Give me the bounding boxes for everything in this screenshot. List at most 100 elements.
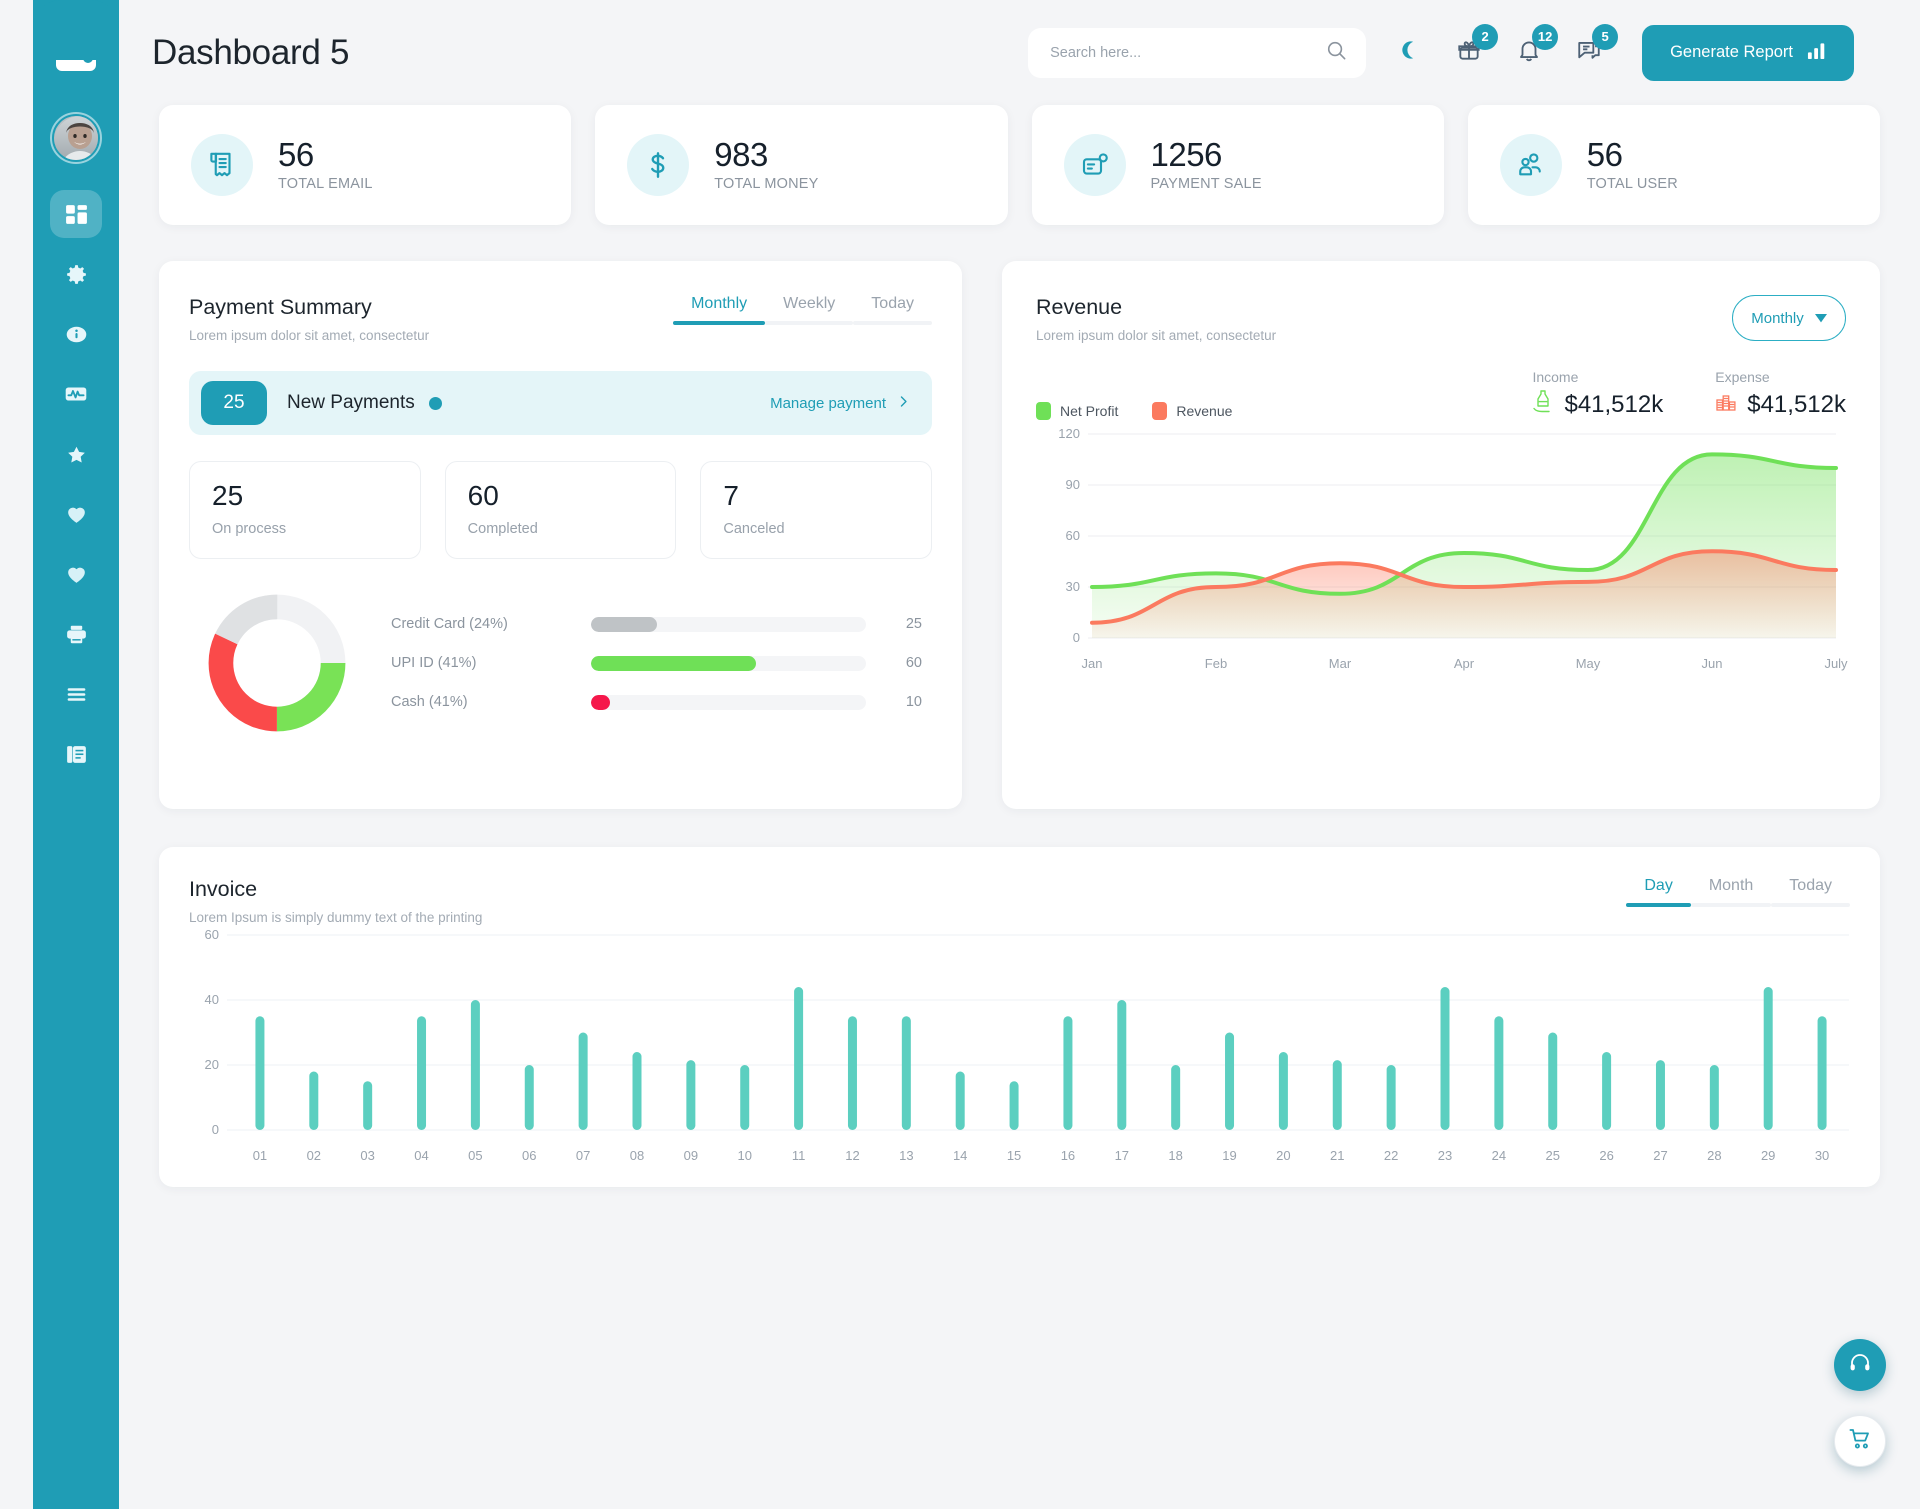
tab-today[interactable]: Today bbox=[1771, 877, 1850, 907]
brand-logo[interactable] bbox=[50, 32, 102, 84]
payment-summary-tabs: Monthly Weekly Today bbox=[673, 295, 932, 325]
tab-label: Weekly bbox=[783, 295, 836, 312]
generate-report-button[interactable]: Generate Report bbox=[1642, 24, 1854, 81]
method-name: Credit Card (24%) bbox=[391, 616, 508, 632]
payment-summary-header: Payment Summary Lorem ipsum dolor sit am… bbox=[189, 295, 932, 343]
users-icon bbox=[1499, 134, 1562, 196]
mini-stat-label: On process bbox=[212, 521, 287, 537]
sidebar-item-analytics[interactable] bbox=[50, 370, 102, 418]
tab-underline bbox=[853, 321, 932, 325]
tab-day[interactable]: Day bbox=[1626, 877, 1691, 907]
bar-chart-icon bbox=[1807, 41, 1826, 65]
payment-summary-titles: Payment Summary Lorem ipsum dolor sit am… bbox=[189, 295, 429, 343]
search-box[interactable] bbox=[1028, 27, 1367, 78]
method-track bbox=[591, 655, 866, 671]
messages-button[interactable]: 5 bbox=[1572, 23, 1619, 70]
svg-text:23: 23 bbox=[1438, 1148, 1452, 1163]
svg-text:26: 26 bbox=[1599, 1148, 1613, 1163]
method-fill bbox=[591, 694, 611, 710]
svg-text:20: 20 bbox=[205, 1057, 219, 1072]
svg-text:24: 24 bbox=[1492, 1148, 1506, 1163]
sidebar-item-wishlist[interactable] bbox=[50, 550, 102, 598]
support-button[interactable] bbox=[1834, 1339, 1886, 1391]
avatar[interactable] bbox=[50, 112, 102, 164]
sidebar-item-dashboard[interactable] bbox=[50, 190, 102, 238]
notifications-button[interactable]: 12 bbox=[1512, 23, 1559, 70]
receipt-icon bbox=[191, 134, 253, 196]
sidebar-item-list[interactable] bbox=[50, 670, 102, 718]
sidebar-item-documents[interactable] bbox=[50, 730, 102, 778]
kpi-expense: Expense $41,512k bbox=[1715, 369, 1846, 420]
sidebar-item-settings[interactable] bbox=[50, 250, 102, 298]
method-name: Cash (41%) bbox=[391, 694, 468, 710]
mini-stat-value: 7 bbox=[723, 480, 739, 511]
svg-text:01: 01 bbox=[253, 1148, 267, 1163]
svg-text:60: 60 bbox=[205, 927, 219, 942]
invoice-title: Invoice bbox=[189, 877, 258, 901]
method-value: 25 bbox=[905, 616, 922, 632]
menu-lines-icon bbox=[64, 682, 89, 707]
invoice-subtitle: Lorem Ipsum is simply dummy text of the … bbox=[189, 910, 483, 925]
tab-weekly[interactable]: Weekly bbox=[765, 295, 854, 325]
payment-method-list: Credit Card (24%) 25 UPI ID (41%) 60 Cas… bbox=[391, 605, 932, 722]
search-icon[interactable] bbox=[1325, 39, 1348, 67]
stat-card-text: 56 TOTAL USER bbox=[1587, 137, 1678, 192]
method-value: 10 bbox=[905, 694, 922, 710]
kpi-value-wrap: $41,512k bbox=[1715, 389, 1846, 420]
legend-item-net-profit: Net Profit bbox=[1036, 402, 1118, 420]
legend-swatch bbox=[1152, 402, 1168, 420]
legend-item-revenue: Revenue bbox=[1152, 402, 1232, 420]
mini-stat-value: 60 bbox=[467, 480, 499, 511]
svg-text:Mar: Mar bbox=[1329, 656, 1352, 671]
search-input[interactable] bbox=[1050, 44, 1326, 61]
svg-text:July: July bbox=[1824, 656, 1848, 671]
mini-stat-canceled: 7 Canceled bbox=[700, 461, 933, 559]
svg-text:30: 30 bbox=[1066, 579, 1080, 594]
tab-label: Monthly bbox=[691, 295, 748, 312]
payment-card-icon bbox=[1063, 134, 1126, 196]
moon-icon bbox=[1398, 39, 1420, 66]
svg-text:May: May bbox=[1576, 656, 1601, 671]
tab-label: Today bbox=[871, 295, 914, 312]
stat-card-total-email[interactable]: 56 TOTAL EMAIL bbox=[159, 105, 572, 225]
tab-monthly[interactable]: Monthly bbox=[673, 295, 766, 325]
cart-icon bbox=[1848, 1427, 1872, 1456]
tab-today[interactable]: Today bbox=[853, 295, 932, 325]
new-payments-count: 25 bbox=[201, 381, 267, 425]
svg-text:21: 21 bbox=[1330, 1148, 1344, 1163]
page-title: Dashboard 5 bbox=[152, 32, 350, 72]
sidebar-item-favorites[interactable] bbox=[50, 430, 102, 478]
stat-card-total-user[interactable]: 56 TOTAL USER bbox=[1467, 105, 1880, 225]
manage-payment-label: Manage payment bbox=[770, 394, 886, 412]
sidebar-item-print[interactable] bbox=[50, 610, 102, 658]
svg-text:0: 0 bbox=[1073, 630, 1080, 645]
revenue-panel: Revenue Lorem ipsum dolor sit amet, cons… bbox=[1002, 261, 1880, 809]
stat-card-text: 56 TOTAL EMAIL bbox=[278, 137, 373, 192]
main-panels: Payment Summary Lorem ipsum dolor sit am… bbox=[119, 225, 1920, 809]
new-payments-banner[interactable]: 25 New Payments Manage payment bbox=[189, 371, 932, 435]
svg-text:20: 20 bbox=[1276, 1148, 1290, 1163]
kpi-label: Expense bbox=[1715, 369, 1770, 385]
sidebar-item-info[interactable] bbox=[50, 310, 102, 358]
cart-button[interactable] bbox=[1834, 1415, 1886, 1467]
method-row: Credit Card (24%) 25 bbox=[391, 605, 922, 644]
stat-card-total-money[interactable]: 983 TOTAL MONEY bbox=[595, 105, 1008, 225]
svg-text:Feb: Feb bbox=[1205, 656, 1227, 671]
svg-text:10: 10 bbox=[737, 1148, 751, 1163]
method-fill bbox=[591, 616, 657, 632]
notifications-badge: 12 bbox=[1532, 23, 1559, 50]
sidebar-item-likes[interactable] bbox=[50, 490, 102, 538]
theme-toggle-button[interactable] bbox=[1392, 36, 1426, 70]
stat-label: PAYMENT SALE bbox=[1150, 176, 1262, 193]
gifts-button[interactable]: 2 bbox=[1452, 23, 1499, 70]
tab-month[interactable]: Month bbox=[1690, 877, 1772, 907]
tab-underline bbox=[1771, 903, 1850, 907]
mini-stat-label: Canceled bbox=[723, 521, 785, 537]
revenue-header: Revenue Lorem ipsum dolor sit amet, cons… bbox=[1036, 295, 1846, 343]
tab-underline bbox=[765, 321, 854, 325]
kpi-value-wrap: $41,512k bbox=[1532, 389, 1663, 420]
printer-icon bbox=[64, 622, 89, 647]
revenue-range-select[interactable]: Monthly bbox=[1732, 295, 1846, 341]
stat-card-payment-sale[interactable]: 1256 PAYMENT SALE bbox=[1031, 105, 1444, 225]
manage-payment-link[interactable]: Manage payment bbox=[770, 395, 910, 412]
